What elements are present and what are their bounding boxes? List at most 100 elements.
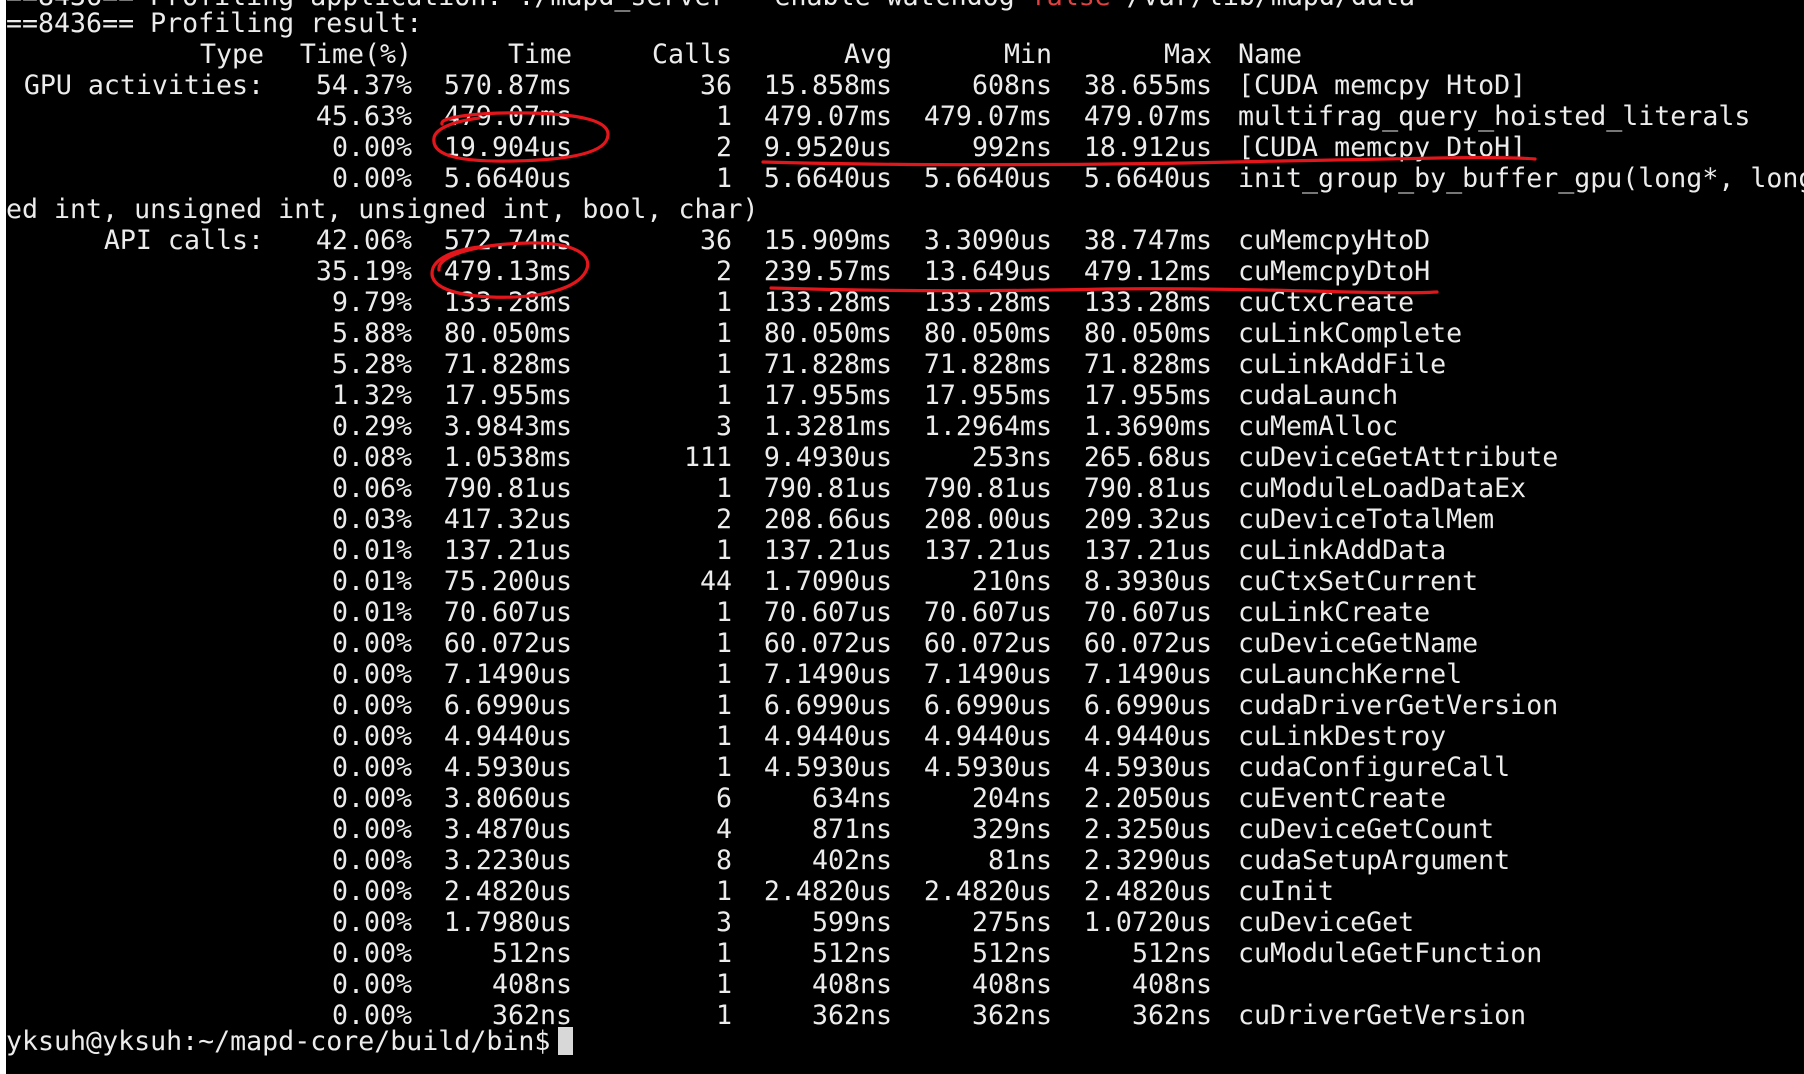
column-header-type: Type [199,39,264,70]
cell-max: 80.050ms [1083,318,1212,349]
cell-pct: 0.00% [331,659,412,690]
cell-time: 71.828ms [443,349,572,380]
cell-min: 512ns [971,938,1052,969]
cell-pct: 0.03% [331,504,412,535]
cell-time: 17.955ms [443,380,572,411]
cell-max: 1.0720us [1083,907,1212,938]
cell-name: cuEventCreate [1238,783,1447,814]
cell-min: 1.2964ms [923,411,1052,442]
cell-pct: 1.32% [331,380,412,411]
cell-time: 6.6990us [443,690,572,721]
cell-max: 70.607us [1083,597,1212,628]
cell-calls: 4 [715,814,732,845]
cell-min: 408ns [971,969,1052,1000]
cell-time: 5.6640us [443,163,572,194]
cell-max: 137.21us [1083,535,1212,566]
cell-name: [CUDA memcpy HtoD] [1238,70,1527,101]
cell-max: 60.072us [1083,628,1212,659]
cell-max: 512ns [1131,938,1212,969]
cell-avg: 6.6990us [763,690,892,721]
cell-name: cuLinkCreate [1238,597,1431,628]
cell-time: 7.1490us [443,659,572,690]
cell-pct: 0.29% [331,411,412,442]
command-tail: /var/lib/mapd/data [1111,0,1415,12]
cell-avg: 599ns [811,907,892,938]
cell-name: cudaDriverGetVersion [1238,690,1559,721]
cell-pct: 0.00% [331,845,412,876]
column-header-time-pct: Time(%) [299,39,412,70]
cell-pct: 0.00% [331,783,412,814]
cell-calls: 1 [715,473,732,504]
profiling-result-header: ==8436== Profiling result: [6,8,423,39]
cell-pct: 0.06% [331,473,412,504]
cell-name: cuMemcpyDtoH [1238,256,1431,287]
cell-calls: 1 [715,380,732,411]
cell-calls: 36 [699,70,732,101]
cell-max: 2.3290us [1083,845,1212,876]
cell-max: 2.2050us [1083,783,1212,814]
cell-calls: 1 [715,597,732,628]
cell-max: 479.07ms [1083,101,1212,132]
terminal-window[interactable]: ==8436== Profiling application: ./mapd_s… [6,0,1804,1074]
cell-pct: 0.01% [331,566,412,597]
api-calls-label: API calls: [103,225,264,256]
cell-calls: 2 [715,504,732,535]
cell-avg: 634ns [811,783,892,814]
cell-time: 80.050ms [443,318,572,349]
cell-time: 1.7980us [443,907,572,938]
cell-avg: 4.5930us [763,752,892,783]
cell-min: 60.072us [923,628,1052,659]
cell-time: 479.13ms [443,256,572,287]
cell-calls: 2 [715,132,732,163]
wrapped-signature-text: ed int, unsigned int, unsigned int, bool… [6,194,759,225]
cell-name: cudaConfigureCall [1238,752,1511,783]
cell-avg: 208.66us [763,504,892,535]
column-header-name: Name [1238,39,1303,70]
cell-min: 208.00us [923,504,1052,535]
cell-name: init_group_by_buffer_gpu(long*, long [1238,163,1804,194]
cell-pct: 9.79% [331,287,412,318]
gpu-activities-label: GPU activities: [23,70,264,101]
cell-name: cuInit [1238,876,1335,907]
cell-min: 608ns [971,70,1052,101]
cell-max: 6.6990us [1083,690,1212,721]
cell-avg: 70.607us [763,597,892,628]
cell-avg: 402ns [811,845,892,876]
cell-name: cuDeviceGetName [1238,628,1479,659]
cell-min: 210ns [971,566,1052,597]
cell-time: 3.9843ms [443,411,572,442]
cell-name: cuMemAlloc [1238,411,1399,442]
cell-time: 572.74ms [443,225,572,256]
cell-avg: 1.7090us [763,566,892,597]
cell-calls: 1 [715,659,732,690]
cell-avg: 9.4930us [763,442,892,473]
cell-max: 4.9440us [1083,721,1212,752]
cell-name: cuCtxSetCurrent [1238,566,1479,597]
column-header-calls: Calls [651,39,732,70]
cell-min: 6.6990us [923,690,1052,721]
cell-avg: 15.909ms [763,225,892,256]
cell-calls: 1 [715,938,732,969]
cell-min: 362ns [971,1000,1052,1031]
cell-pct: 0.00% [331,938,412,969]
cell-min: 133.28ms [923,287,1052,318]
cell-calls: 1 [715,628,732,659]
cell-max: 5.6640us [1083,163,1212,194]
cell-avg: 17.955ms [763,380,892,411]
cell-pct: 35.19% [315,256,412,287]
cell-min: 4.9440us [923,721,1052,752]
cell-pct: 54.37% [315,70,412,101]
shell-prompt-line[interactable]: yksuh@yksuh:~/mapd-core/build/bin$ [6,1026,574,1057]
cell-time: 3.8060us [443,783,572,814]
cell-calls: 1 [715,101,732,132]
cell-name: multifrag_query_hoisted_literals [1238,101,1751,132]
cell-time: 790.81us [443,473,572,504]
cell-calls: 1 [715,876,732,907]
cell-pct: 42.06% [315,225,412,256]
cell-pct: 0.00% [331,628,412,659]
shell-prompt: yksuh@yksuh:~/mapd-core/build/bin$ [6,1026,551,1057]
cell-max: 2.3250us [1083,814,1212,845]
cell-max: 38.655ms [1083,70,1212,101]
column-header-time: Time [507,39,572,70]
cell-min: 2.4820us [923,876,1052,907]
